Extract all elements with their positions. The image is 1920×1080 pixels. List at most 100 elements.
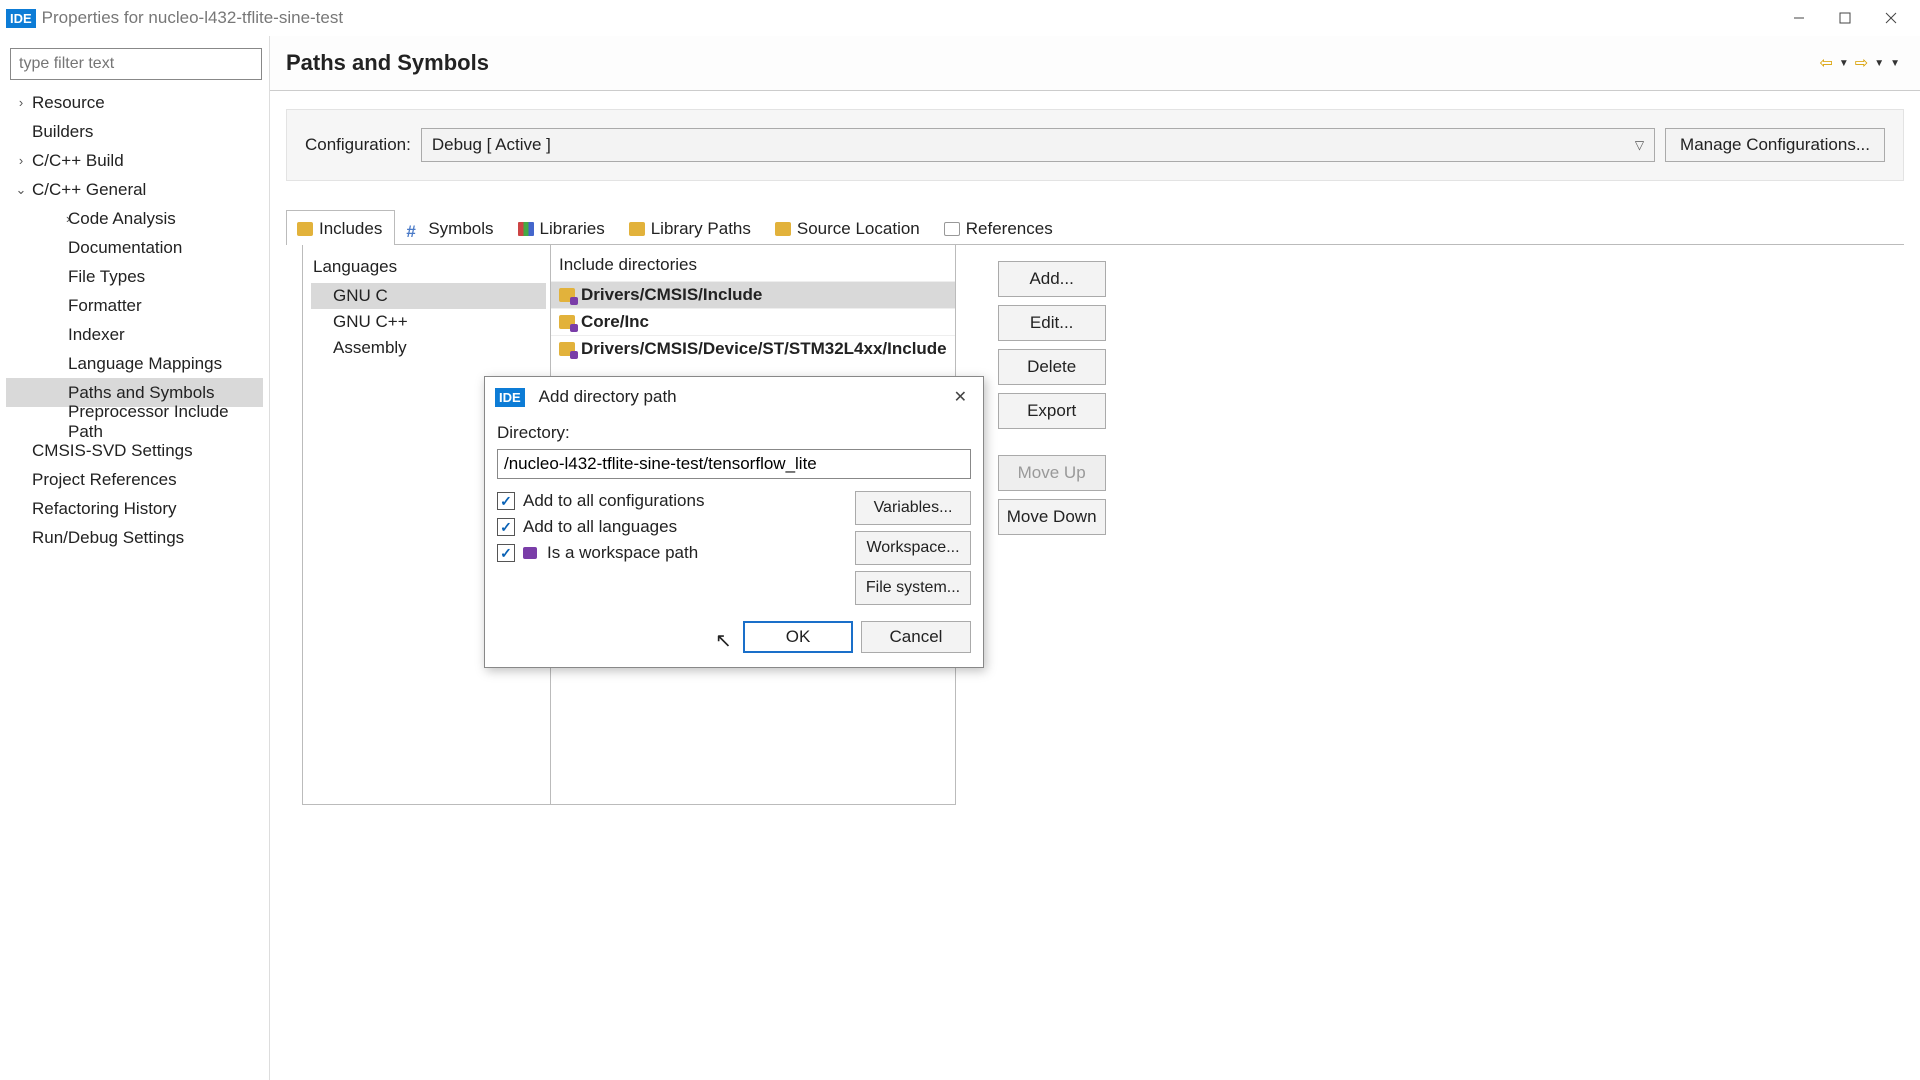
add-directory-dialog: IDE Add directory path ✕ Directory: ✓ Ad…: [484, 376, 984, 668]
edit-button[interactable]: Edit...: [998, 305, 1106, 341]
tree-item[interactable]: Formatter: [6, 291, 263, 320]
chevron-right-icon[interactable]: ›: [12, 95, 30, 110]
tab-includes[interactable]: Includes: [286, 210, 395, 245]
tab-label: References: [966, 219, 1053, 239]
tab-symbols[interactable]: # Symbols: [395, 210, 506, 245]
tree-item-label: CMSIS-SVD Settings: [30, 441, 193, 461]
chevron-right-icon[interactable]: ›: [12, 153, 30, 168]
tree-item-label: Preprocessor Include Path: [66, 402, 263, 442]
languages-title: Languages: [311, 255, 546, 283]
filter-input[interactable]: [10, 48, 262, 80]
tab-icon: [775, 222, 791, 236]
tree-item[interactable]: ›Resource: [6, 88, 263, 117]
cancel-button[interactable]: Cancel: [861, 621, 971, 653]
move-up-button[interactable]: Move Up: [998, 455, 1106, 491]
config-bar: Configuration: Debug [ Active ] ▽ Manage…: [286, 109, 1904, 181]
export-button[interactable]: Export: [998, 393, 1106, 429]
all-configs-checkbox[interactable]: ✓ Add to all configurations: [497, 491, 855, 511]
window-title: Properties for nucleo-l432-tflite-sine-t…: [42, 8, 343, 28]
tab-library-paths[interactable]: Library Paths: [618, 210, 764, 245]
tab-icon: [944, 222, 960, 236]
config-select[interactable]: Debug [ Active ] ▽: [421, 128, 1655, 162]
titlebar: IDE Properties for nucleo-l432-tflite-si…: [0, 0, 1920, 36]
tab-label: Source Location: [797, 219, 920, 239]
nav-buttons: ⇦ ▼ ⇨ ▼ ▼: [1819, 53, 1900, 73]
tree-item-label: Paths and Symbols: [66, 383, 214, 403]
delete-button[interactable]: Delete: [998, 349, 1106, 385]
directory-input[interactable]: [497, 449, 971, 479]
tab-label: Includes: [319, 219, 382, 239]
workspace-button[interactable]: Workspace...: [855, 531, 971, 565]
tab-icon: [629, 222, 645, 236]
config-value: Debug [ Active ]: [432, 135, 551, 155]
tree-item-label: C/C++ Build: [30, 151, 124, 171]
variables-button[interactable]: Variables...: [855, 491, 971, 525]
tree-item[interactable]: File Types: [6, 262, 263, 291]
back-icon[interactable]: ⇦: [1819, 53, 1832, 73]
ok-button[interactable]: OK: [743, 621, 853, 653]
menu-icon[interactable]: ▼: [1890, 58, 1900, 69]
tree-item[interactable]: ⌄C/C++ General: [6, 175, 263, 204]
checkbox-label: Add to all languages: [523, 517, 677, 537]
tab-label: Symbols: [428, 219, 493, 239]
ide-badge-icon: IDE: [6, 9, 36, 28]
tree-item-label: Run/Debug Settings: [30, 528, 184, 548]
tree-item-label: C/C++ General: [30, 180, 146, 200]
close-icon[interactable]: ✕: [948, 385, 973, 409]
tree-item[interactable]: Builders: [6, 117, 263, 146]
tree-item[interactable]: Documentation: [6, 233, 263, 262]
manage-configs-button[interactable]: Manage Configurations...: [1665, 128, 1885, 162]
maximize-button[interactable]: [1822, 0, 1868, 36]
workspace-path-checkbox[interactable]: ✓ Is a workspace path: [497, 543, 855, 563]
language-item[interactable]: Assembly: [311, 335, 546, 361]
checkbox-icon: ✓: [497, 544, 515, 562]
tab-icon: #: [406, 222, 422, 236]
folder-icon: [559, 288, 575, 302]
tree-item[interactable]: ›C/C++ Build: [6, 146, 263, 175]
include-directory-row[interactable]: Drivers/CMSIS/Include: [551, 281, 955, 308]
include-directory-row[interactable]: Drivers/CMSIS/Device/ST/STM32L4xx/Includ…: [551, 335, 955, 362]
forward-icon[interactable]: ⇨: [1855, 53, 1868, 73]
forward-menu-icon[interactable]: ▼: [1874, 58, 1884, 69]
tree-item-label: Code Analysis: [66, 209, 176, 229]
tree-item[interactable]: Refactoring History: [6, 494, 263, 523]
tree-item[interactable]: Language Mappings: [6, 349, 263, 378]
chevron-right-icon[interactable]: ›: [36, 211, 66, 226]
workspace-icon: [523, 547, 537, 559]
tree-item[interactable]: Run/Debug Settings: [6, 523, 263, 552]
directory-label: Directory:: [497, 423, 971, 443]
filesystem-button[interactable]: File system...: [855, 571, 971, 605]
tree-item[interactable]: Indexer: [6, 320, 263, 349]
tree-item-label: Project References: [30, 470, 177, 490]
tree-item[interactable]: Project References: [6, 465, 263, 494]
directories-title: Include directories: [551, 245, 955, 281]
move-down-button[interactable]: Move Down: [998, 499, 1106, 535]
all-languages-checkbox[interactable]: ✓ Add to all languages: [497, 517, 855, 537]
close-window-button[interactable]: [1868, 0, 1914, 36]
checkbox-icon: ✓: [497, 518, 515, 536]
folder-icon: [559, 315, 575, 329]
tree-item[interactable]: Preprocessor Include Path: [6, 407, 263, 436]
back-menu-icon[interactable]: ▼: [1839, 58, 1849, 69]
tree: ›ResourceBuilders›C/C++ Build⌄C/C++ Gene…: [6, 88, 263, 552]
tab-libraries[interactable]: Libraries: [507, 210, 618, 245]
language-item[interactable]: GNU C: [311, 283, 546, 309]
include-directory-row[interactable]: Core/Inc: [551, 308, 955, 335]
tab-label: Library Paths: [651, 219, 751, 239]
tab-source-location[interactable]: Source Location: [764, 210, 933, 245]
tree-item[interactable]: ›Code Analysis: [6, 204, 263, 233]
chevron-down-icon: ▽: [1635, 138, 1644, 152]
tree-item-label: File Types: [66, 267, 145, 287]
tree-item-label: Formatter: [66, 296, 142, 316]
tab-icon: [518, 222, 534, 236]
minimize-button[interactable]: [1776, 0, 1822, 36]
tab-icon: [297, 222, 313, 236]
tab-references[interactable]: References: [933, 210, 1066, 245]
chevron-down-icon[interactable]: ⌄: [12, 182, 30, 198]
dialog-title: Add directory path: [539, 387, 677, 407]
add-button[interactable]: Add...: [998, 261, 1106, 297]
side-buttons: Add... Edit... Delete Export Move Up Mov…: [986, 245, 1116, 805]
folder-icon: [559, 342, 575, 356]
language-item[interactable]: GNU C++: [311, 309, 546, 335]
tree-item-label: Language Mappings: [66, 354, 222, 374]
